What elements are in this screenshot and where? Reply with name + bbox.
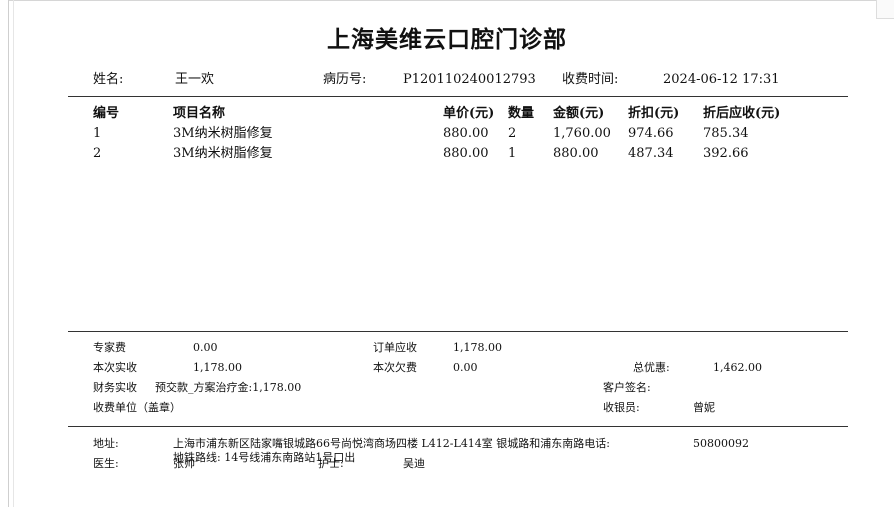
issuing-unit-label: 收费单位（盖章） bbox=[93, 401, 181, 414]
patient-name-label: 姓名: bbox=[93, 72, 124, 87]
cashier-label: 收银员: bbox=[603, 401, 640, 414]
table-row-2-price: 880.00 bbox=[443, 146, 489, 161]
page-fold-corner bbox=[876, 0, 894, 19]
table-row-2-qty: 1 bbox=[508, 146, 517, 161]
charge-time-label: 收费时间: bbox=[562, 72, 619, 87]
owed-amount: 0.00 bbox=[453, 361, 478, 374]
patient-name: 王一欢 bbox=[175, 72, 215, 87]
col-header-net: 折后应收(元) bbox=[703, 106, 781, 121]
cashier-name: 曾妮 bbox=[693, 401, 715, 414]
table-row-1-qty: 2 bbox=[508, 126, 517, 141]
table-row-2-net: 392.66 bbox=[703, 146, 749, 161]
charge-time: 2024-06-12 17:31 bbox=[663, 72, 780, 87]
table-row-1-amount: 1,760.00 bbox=[553, 126, 611, 141]
nurse-name: 吴迪 bbox=[403, 457, 425, 470]
expert-fee-label: 专家费 bbox=[93, 341, 126, 354]
table-row-1-no: 1 bbox=[93, 126, 102, 141]
total-discount-label: 总优惠: bbox=[633, 361, 670, 374]
divider-middle bbox=[68, 331, 848, 332]
table-row-2-amount: 880.00 bbox=[553, 146, 599, 161]
owed-label: 本次欠费 bbox=[373, 361, 417, 374]
total-discount: 1,462.00 bbox=[713, 361, 762, 374]
record-no-label: 病历号: bbox=[323, 72, 367, 87]
col-header-item: 项目名称 bbox=[173, 106, 226, 121]
finance-received-value: 预交款_方案治疗金:1,178.00 bbox=[155, 381, 302, 394]
col-header-discount: 折扣(元) bbox=[628, 106, 680, 121]
order-due: 1,178.00 bbox=[453, 341, 502, 354]
customer-sign-label: 客户签名: bbox=[603, 381, 651, 394]
col-header-amount: 金额(元) bbox=[553, 106, 605, 121]
page-edge-left-inner bbox=[13, 0, 14, 507]
table-row-1-price: 880.00 bbox=[443, 126, 489, 141]
nurse-label: 护士: bbox=[318, 457, 344, 470]
record-no: P120110240012793 bbox=[403, 72, 536, 87]
table-row-1-net: 785.34 bbox=[703, 126, 749, 141]
table-row-2-discount: 487.34 bbox=[628, 146, 674, 161]
finance-received-label: 财务实收 bbox=[93, 381, 137, 394]
paid-label: 本次实收 bbox=[93, 361, 137, 374]
divider-top bbox=[68, 96, 848, 97]
expert-fee: 0.00 bbox=[193, 341, 218, 354]
receipt-page: 上海美维云口腔门诊部 姓名: 王一欢 病历号: P120110240012793… bbox=[0, 0, 894, 507]
paid-amount: 1,178.00 bbox=[193, 361, 242, 374]
doctor-label: 医生: bbox=[93, 457, 119, 470]
phone-number: 50800092 bbox=[693, 437, 749, 450]
clinic-title: 上海美维云口腔门诊部 bbox=[327, 26, 567, 53]
col-header-qty: 数量 bbox=[508, 106, 535, 121]
address-text: 上海市浦东新区陆家嘴银城路66号尚悦湾商场四楼 L412-L414室 银城路和浦… bbox=[173, 437, 611, 450]
table-row-2-item: 3M纳米树脂修复 bbox=[173, 146, 273, 161]
table-row-1-discount: 974.66 bbox=[628, 126, 674, 141]
col-header-no: 编号 bbox=[93, 106, 120, 121]
doctor-name: 张帅 bbox=[173, 457, 195, 470]
page-edge-top bbox=[8, 0, 894, 1]
page-edge-left bbox=[8, 0, 9, 507]
address-label: 地址: bbox=[93, 437, 119, 450]
table-row-2-no: 2 bbox=[93, 146, 102, 161]
order-due-label: 订单应收 bbox=[373, 341, 417, 354]
col-header-price: 单价(元) bbox=[443, 106, 495, 121]
divider-bottom bbox=[68, 426, 848, 427]
table-row-1-item: 3M纳米树脂修复 bbox=[173, 126, 273, 141]
